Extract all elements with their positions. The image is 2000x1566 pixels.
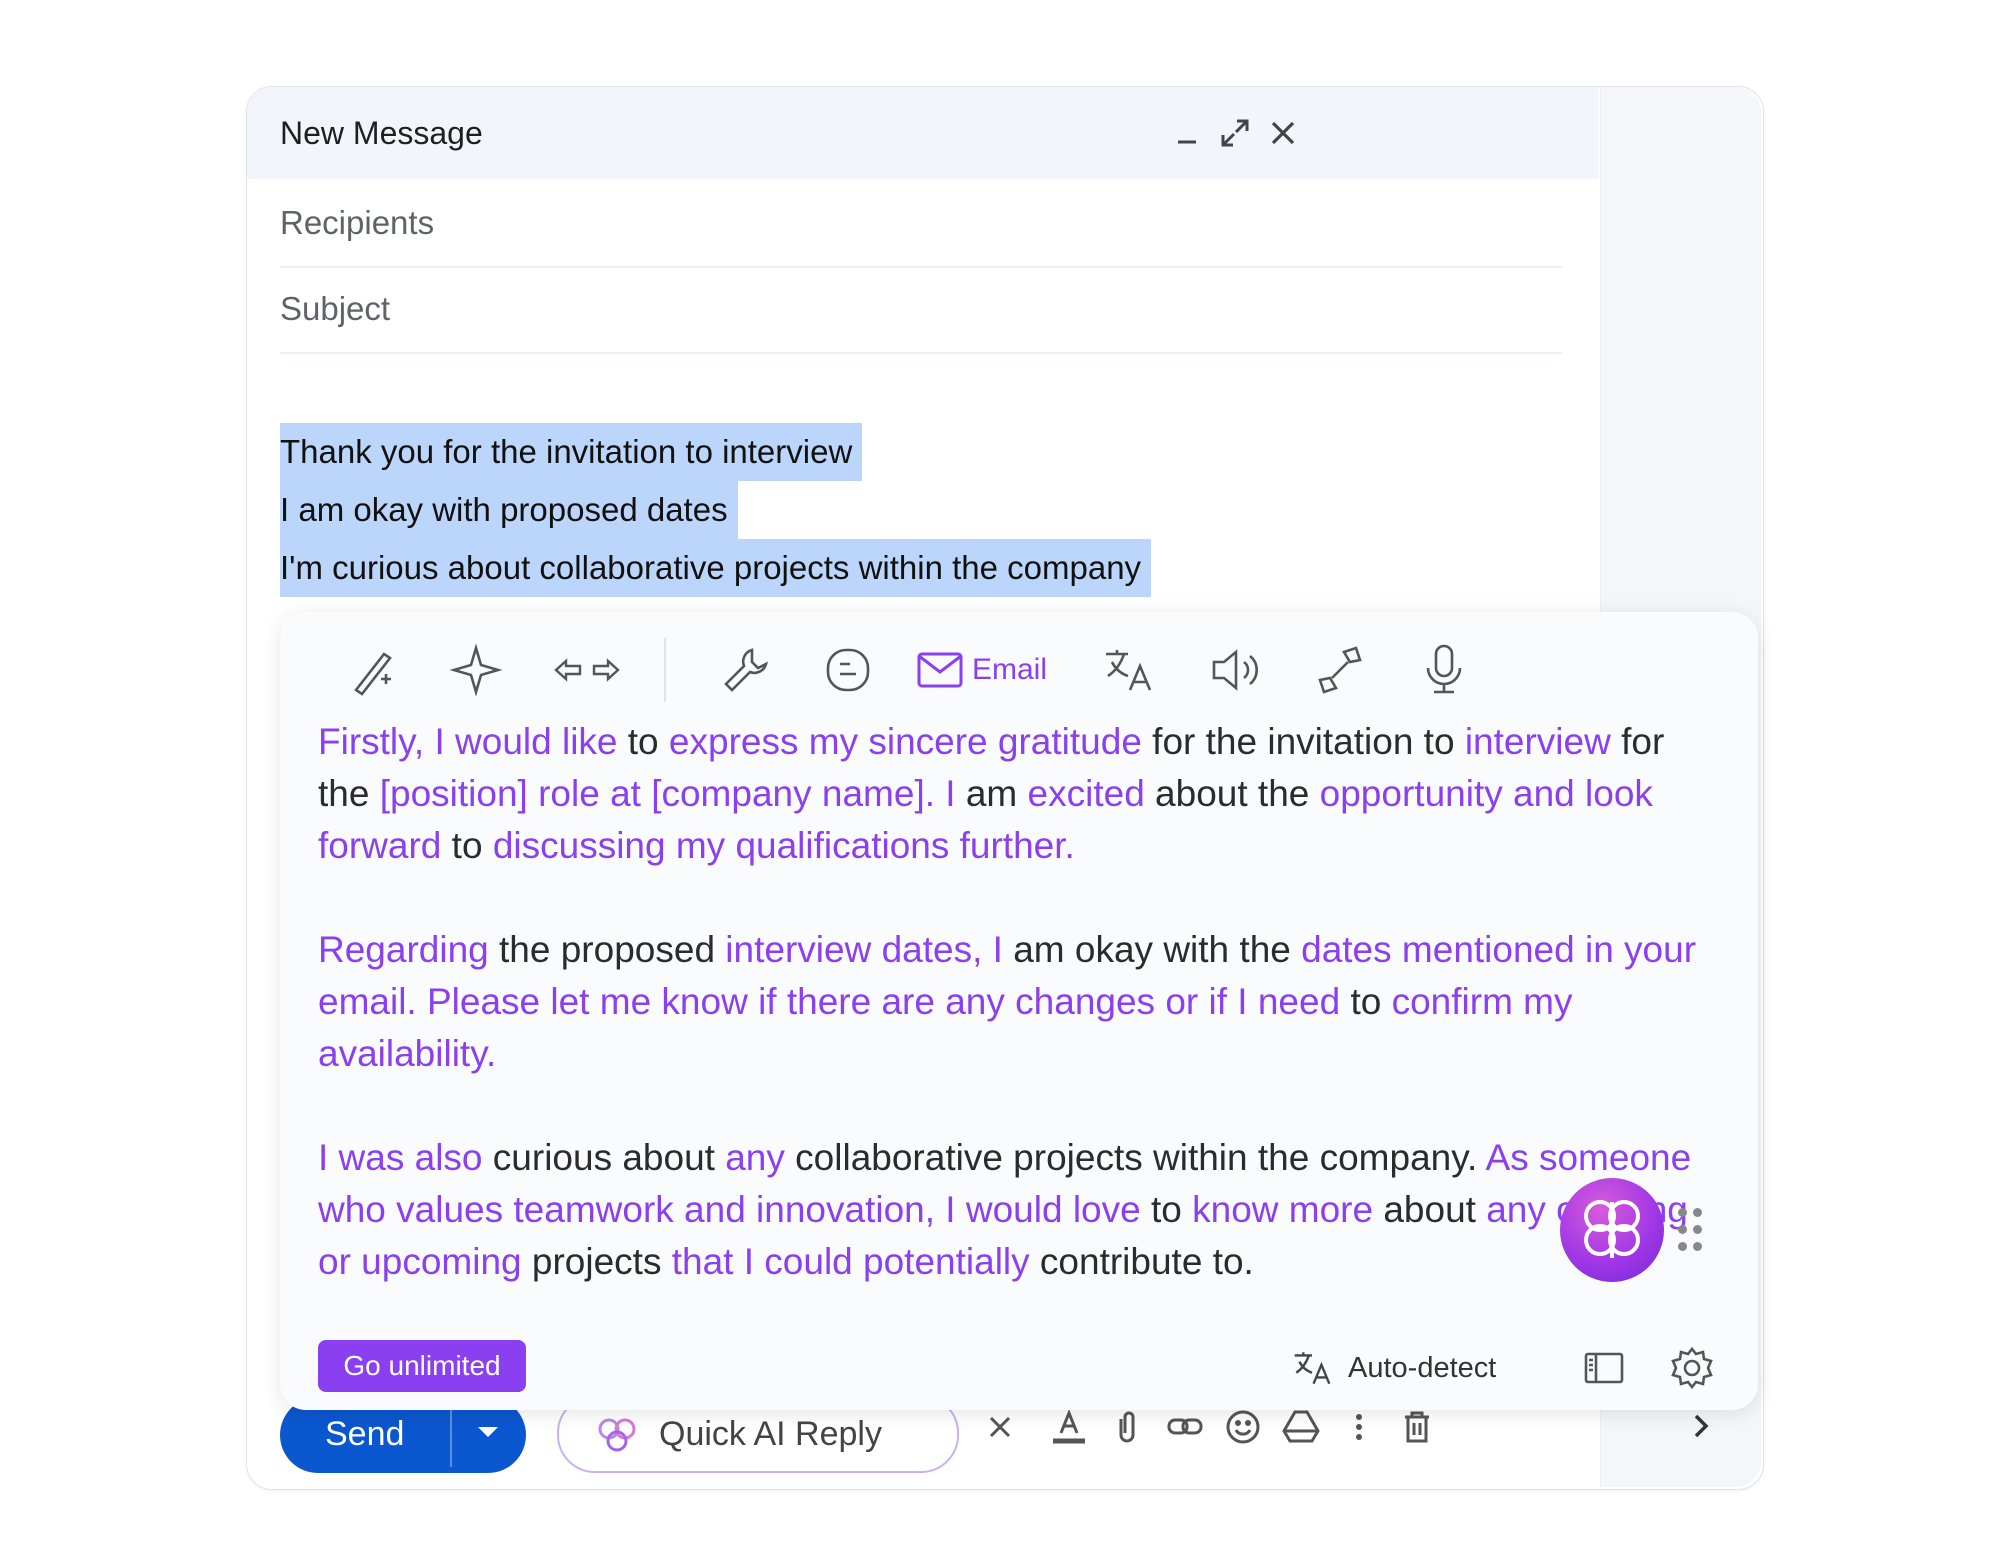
- sidebar-toggle-icon[interactable]: [1580, 1344, 1628, 1392]
- original-text: projects: [521, 1241, 672, 1282]
- original-text: am: [955, 773, 1028, 814]
- more-options-icon[interactable]: [1339, 1407, 1379, 1447]
- compose-header: New Message: [247, 87, 1599, 179]
- suggested-text: [position] role at [company name]. I: [379, 773, 956, 814]
- suggested-text: I was also: [318, 1137, 483, 1178]
- shrink-icon[interactable]: [1312, 642, 1368, 698]
- suggested-text: Firstly, I would like: [318, 721, 618, 762]
- link-icon[interactable]: [1165, 1407, 1205, 1447]
- send-label: Send: [325, 1415, 405, 1453]
- emoji-icon[interactable]: [1223, 1407, 1263, 1447]
- ai-paragraph: I was also curious about any collaborati…: [318, 1132, 1698, 1288]
- suggested-text: express my sincere gratitude: [668, 721, 1142, 762]
- send-divider: [450, 1403, 452, 1467]
- recipients-field[interactable]: Recipients: [280, 180, 1562, 268]
- suggested-text: that I could potentially: [671, 1241, 1030, 1282]
- email-icon: [917, 652, 963, 688]
- suggested-text: Regarding: [318, 929, 489, 970]
- original-text: collaborative projects within the compan…: [784, 1137, 1486, 1178]
- settings-gear-icon[interactable]: [1668, 1344, 1716, 1392]
- subject-field[interactable]: Subject: [280, 266, 1562, 354]
- translate-icon: [1294, 1352, 1331, 1385]
- original-text: to: [1340, 981, 1392, 1022]
- original-text: contribute to.: [1029, 1241, 1254, 1282]
- suggested-text: interview dates, I: [725, 929, 1003, 970]
- compose-title: New Message: [280, 115, 483, 151]
- ai-paragraph: Firstly, I would like to express my sinc…: [318, 716, 1698, 872]
- go-unlimited-button[interactable]: Go unlimited: [318, 1340, 526, 1392]
- suggested-text: excited: [1027, 773, 1145, 814]
- original-text: the proposed: [488, 929, 726, 970]
- ai-assistant-panel: Email Firstly, I would like to express m…: [280, 612, 1758, 1410]
- translate-icon[interactable]: [1100, 642, 1156, 698]
- close-icon[interactable]: [1265, 115, 1301, 151]
- magic-wand-icon[interactable]: [346, 642, 402, 698]
- original-text: to: [1140, 1189, 1193, 1230]
- original-text: about: [1373, 1189, 1487, 1230]
- ai-assistant-logo[interactable]: [1560, 1178, 1664, 1282]
- ai-generated-text[interactable]: Firstly, I would like to express my sinc…: [318, 716, 1698, 1316]
- quick-ai-reply-label: Quick AI Reply: [659, 1415, 882, 1453]
- original-text: to: [617, 721, 669, 762]
- sparkle-icon[interactable]: [448, 642, 504, 698]
- suggested-text: discussing my qualifications further.: [492, 825, 1075, 866]
- close-icon[interactable]: [980, 1407, 1020, 1447]
- send-options-icon[interactable]: [478, 1427, 498, 1437]
- selected-text-line[interactable]: I am okay with proposed dates: [280, 481, 738, 539]
- delete-icon[interactable]: [1397, 1407, 1437, 1447]
- selected-text-line[interactable]: I'm curious about collaborative projects…: [280, 539, 1152, 597]
- suggested-text: know more: [1192, 1189, 1374, 1230]
- language-label: Auto-detect: [1348, 1351, 1497, 1384]
- blog-icon[interactable]: [820, 642, 876, 698]
- chevron-right-icon[interactable]: [1686, 1408, 1716, 1444]
- original-text: to: [441, 825, 493, 866]
- original-text: am okay with the: [1002, 929, 1302, 970]
- drive-icon[interactable]: [1281, 1407, 1321, 1447]
- suggested-text: interview: [1464, 721, 1611, 762]
- brain-icon: [1584, 1200, 1640, 1258]
- email-format-label: Email: [972, 653, 1048, 686]
- minimize-icon[interactable]: [1170, 115, 1206, 151]
- wrench-icon[interactable]: [718, 642, 774, 698]
- original-text: about the: [1144, 773, 1320, 814]
- ai-paragraph: Regarding the proposed interview dates, …: [318, 924, 1698, 1080]
- brain-icon: [598, 1418, 636, 1452]
- language-selector[interactable]: Auto-detect: [1290, 1344, 1496, 1392]
- original-text: for the invitation to: [1141, 721, 1465, 762]
- selected-text-line[interactable]: Thank you for the invitation to intervie…: [280, 423, 863, 481]
- toolbar-divider: [664, 638, 666, 702]
- drag-handle-icon[interactable]: [1678, 1208, 1704, 1252]
- suggested-text: any: [725, 1137, 785, 1178]
- original-text: curious about: [482, 1137, 726, 1178]
- text-format-icon[interactable]: [1049, 1407, 1089, 1447]
- attach-icon[interactable]: [1107, 1407, 1147, 1447]
- email-format-button[interactable]: Email: [916, 642, 1047, 698]
- speaker-icon[interactable]: [1206, 642, 1266, 698]
- expand-icon[interactable]: [1217, 115, 1253, 151]
- arrows-icon[interactable]: [552, 642, 622, 698]
- microphone-icon[interactable]: [1416, 642, 1472, 698]
